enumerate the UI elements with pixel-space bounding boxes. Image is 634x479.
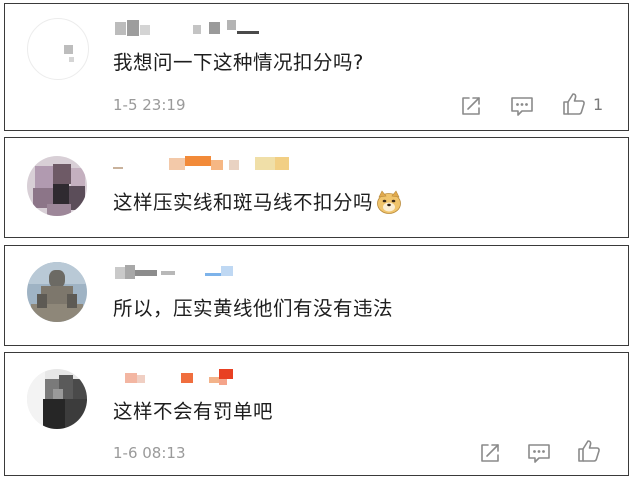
comment-card: 所以，压实黄线他们有没有违法 xyxy=(4,245,629,346)
share-button[interactable] xyxy=(477,440,503,466)
comment-text: 我想问一下这种情况扣分吗? xyxy=(113,51,364,74)
share-icon xyxy=(462,97,480,115)
comment-text: 这样压实线和斑马线不扣分吗 xyxy=(113,190,402,220)
avatar[interactable] xyxy=(27,18,89,80)
username[interactable] xyxy=(113,16,273,40)
reply-button[interactable] xyxy=(526,440,552,466)
username[interactable] xyxy=(113,261,273,285)
avatar[interactable] xyxy=(27,262,87,322)
comment-text: 这样不会有罚单吧 xyxy=(113,400,274,423)
comment-card: 这样不会有罚单吧 1-6 08:13 xyxy=(4,352,629,476)
comment-text-content: 这样压实线和斑马线不扣分吗 xyxy=(113,191,374,214)
avatar[interactable] xyxy=(27,369,87,429)
thumbs-up-icon xyxy=(563,93,585,115)
comment-text: 所以，压实黄线他们有没有违法 xyxy=(113,297,394,320)
timestamp: 1-5 23:19 xyxy=(113,96,186,114)
like-button[interactable] xyxy=(561,91,587,117)
comment-icon xyxy=(528,444,550,463)
avatar[interactable] xyxy=(27,156,87,216)
comment-card: 这样压实线和斑马线不扣分吗 xyxy=(4,137,629,238)
comment-icon xyxy=(511,97,533,116)
doge-face-emoji xyxy=(376,190,402,220)
thumbs-up-icon xyxy=(578,440,600,462)
like-button[interactable] xyxy=(576,438,602,464)
timestamp: 1-6 08:13 xyxy=(113,444,186,462)
reply-button[interactable] xyxy=(509,93,535,119)
share-button[interactable] xyxy=(458,93,484,119)
like-count: 1 xyxy=(593,95,604,114)
username[interactable] xyxy=(113,152,313,176)
comment-card: 我想问一下这种情况扣分吗? 1-5 23:19 1 xyxy=(4,3,629,131)
share-icon xyxy=(481,444,499,462)
username[interactable] xyxy=(113,367,273,391)
